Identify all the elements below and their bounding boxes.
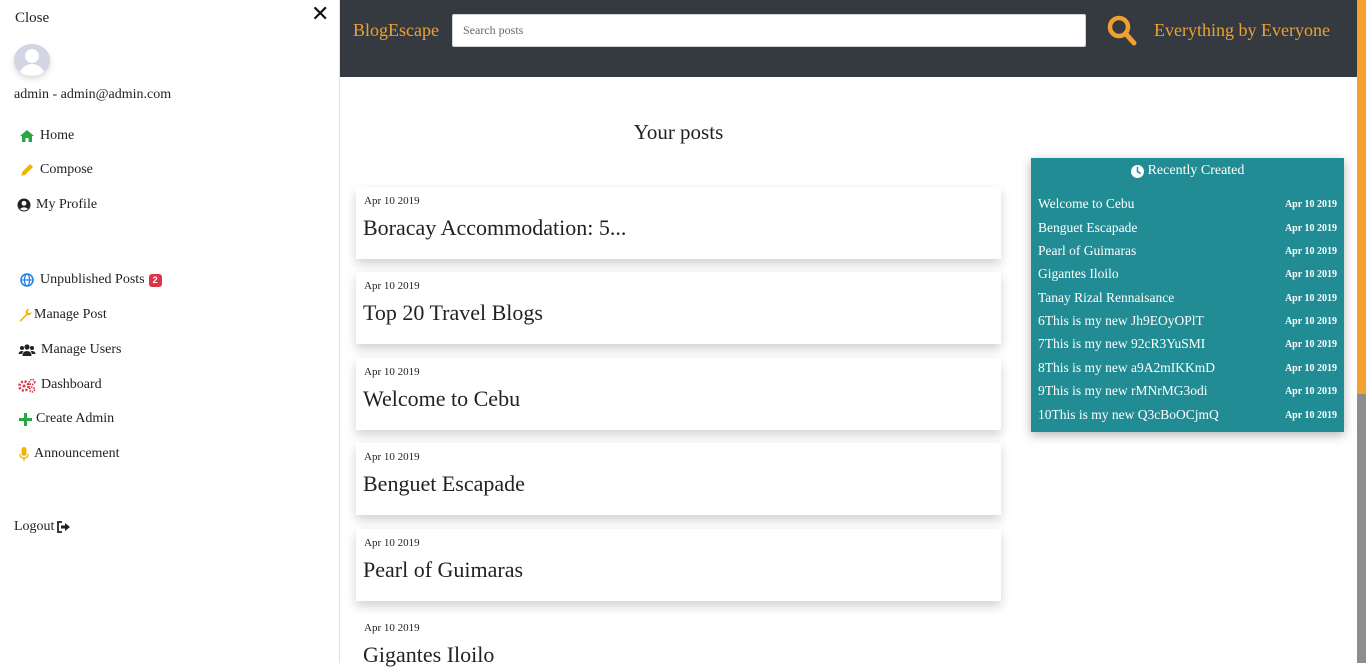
avatar: [14, 44, 50, 76]
recent-item-title[interactable]: 8This is my new a9A2mIKKmD: [1038, 360, 1215, 376]
logout-link[interactable]: Logout: [14, 519, 71, 535]
unpublished-count-badge: 2: [148, 273, 162, 287]
post-date: Apr 10 2019: [364, 622, 420, 634]
sidebar-item-announcement[interactable]: Announcement: [17, 443, 120, 465]
sidebar-item-label: Compose: [40, 162, 93, 177]
globe-icon: [17, 272, 37, 288]
sidebar-item-unpublished-posts[interactable]: Unpublished Posts 2: [17, 269, 162, 291]
recent-item-date: Apr 10 2019: [1284, 198, 1337, 210]
users-icon: [17, 342, 37, 358]
post-date: Apr 10 2019: [364, 280, 420, 292]
sidebar-item-label: Unpublished Posts: [40, 272, 145, 287]
sidebar-item-label: Create Admin: [36, 411, 115, 426]
sidebar-item-label: Announcement: [34, 446, 120, 461]
sidebar-item-compose[interactable]: Compose: [17, 159, 93, 181]
recent-item-date: Apr 10 2019: [1284, 292, 1337, 304]
top-navbar: BlogEscape Everything by Everyone: [339, 0, 1366, 77]
post-title[interactable]: Pearl of Guimaras: [363, 557, 523, 583]
sidebar-item-label: Dashboard: [41, 377, 102, 392]
microphone-icon: [17, 446, 31, 462]
post-card[interactable]: Apr 10 2019 Welcome to Cebu: [356, 358, 1001, 430]
sidebar-item-home[interactable]: Home: [17, 125, 74, 147]
post-card[interactable]: Apr 10 2019 Boracay Accommodation: 5...: [356, 187, 1001, 259]
recent-item[interactable]: Pearl of Guimaras Apr 10 2019: [1038, 241, 1337, 261]
recent-item-date: Apr 10 2019: [1284, 222, 1337, 234]
page-scrollbar-rest: [1357, 394, 1366, 663]
user-info: admin - admin@admin.com: [14, 87, 172, 102]
brand-logo[interactable]: BlogEscape: [353, 20, 439, 41]
clock-icon: [1130, 164, 1144, 178]
recent-heading-text: Recently Created: [1147, 163, 1245, 178]
post-title[interactable]: Boracay Accommodation: 5...: [363, 215, 626, 241]
recent-item-title[interactable]: 10This is my new Q3cBoOCjmQ: [1038, 407, 1219, 423]
sidebar-item-label: Manage Users: [41, 342, 122, 357]
recent-item-title[interactable]: Welcome to Cebu: [1038, 196, 1134, 212]
site-tagline: Everything by Everyone: [1154, 20, 1330, 40]
recent-item[interactable]: 8This is my new a9A2mIKKmD Apr 10 2019: [1038, 358, 1337, 378]
cogs-icon: [17, 377, 37, 393]
sidebar-item-dashboard[interactable]: Dashboard: [17, 374, 102, 396]
recent-item-title[interactable]: 7This is my new 92cR3YuSMI: [1038, 336, 1205, 352]
recent-item-title[interactable]: Pearl of Guimaras: [1038, 243, 1136, 259]
recent-item[interactable]: 10This is my new Q3cBoOCjmQ Apr 10 2019: [1038, 405, 1337, 425]
sidebar: Close ✕ admin - admin@admin.com Home Com…: [0, 0, 340, 663]
post-card[interactable]: Apr 10 2019 Gigantes Iloilo: [356, 614, 1001, 667]
wrench-icon: [17, 307, 33, 323]
sidebar-item-label: Home: [40, 128, 75, 143]
post-date: Apr 10 2019: [364, 195, 420, 207]
post-date: Apr 10 2019: [364, 366, 420, 378]
search-icon[interactable]: [1107, 15, 1137, 47]
recent-item[interactable]: Gigantes Iloilo Apr 10 2019: [1038, 264, 1337, 284]
recently-created-panel: Recently Created Welcome to Cebu Apr 10 …: [1031, 158, 1344, 432]
sidebar-item-label: My Profile: [36, 197, 98, 212]
home-icon: [17, 128, 37, 144]
recent-item-date: Apr 10 2019: [1284, 409, 1337, 421]
recent-item[interactable]: 9This is my new rMNrMG3odi Apr 10 2019: [1038, 381, 1337, 401]
plus-icon: [17, 411, 33, 427]
recent-item[interactable]: Benguet Escapade Apr 10 2019: [1038, 218, 1337, 238]
post-card[interactable]: Apr 10 2019 Top 20 Travel Blogs: [356, 272, 1001, 344]
recent-item-date: Apr 10 2019: [1284, 268, 1337, 280]
search-input[interactable]: [452, 14, 1086, 47]
sidebar-item-label: Manage Post: [34, 307, 107, 322]
recent-item[interactable]: Welcome to Cebu Apr 10 2019: [1038, 194, 1337, 214]
recent-item-title[interactable]: Benguet Escapade: [1038, 220, 1137, 236]
close-icon[interactable]: ✕: [311, 3, 329, 27]
recent-item-date: Apr 10 2019: [1284, 338, 1337, 350]
post-card[interactable]: Apr 10 2019 Benguet Escapade: [356, 443, 1001, 515]
recent-item-title[interactable]: Gigantes Iloilo: [1038, 266, 1119, 282]
post-title[interactable]: Benguet Escapade: [363, 471, 525, 497]
sign-out-icon: [57, 521, 71, 533]
close-sidebar-link[interactable]: Close: [15, 10, 49, 27]
recent-item-title[interactable]: 6This is my new Jh9EOyOPlT: [1038, 313, 1204, 329]
page-scrollbar-thumb[interactable]: [1357, 0, 1366, 394]
sidebar-item-create-admin[interactable]: Create Admin: [17, 408, 114, 430]
post-date: Apr 10 2019: [364, 451, 420, 463]
pencil-icon: [17, 162, 37, 178]
recent-item-date: Apr 10 2019: [1284, 385, 1337, 397]
sidebar-item-manage-post[interactable]: Manage Post: [17, 304, 107, 326]
logout-label: Logout: [14, 519, 55, 534]
recent-item-date: Apr 10 2019: [1284, 362, 1337, 374]
sidebar-item-my-profile[interactable]: My Profile: [15, 194, 97, 216]
sidebar-item-manage-users[interactable]: Manage Users: [17, 339, 121, 361]
recent-item-date: Apr 10 2019: [1284, 245, 1337, 257]
user-circle-icon: [15, 197, 33, 213]
page-title: Your posts: [633, 120, 724, 144]
recent-item[interactable]: 7This is my new 92cR3YuSMI Apr 10 2019: [1038, 334, 1337, 354]
post-title[interactable]: Top 20 Travel Blogs: [363, 300, 543, 326]
post-date: Apr 10 2019: [364, 537, 420, 549]
post-title[interactable]: Welcome to Cebu: [363, 386, 520, 412]
post-card[interactable]: Apr 10 2019 Pearl of Guimaras: [356, 529, 1001, 601]
recent-item[interactable]: Tanay Rizal Rennaisance Apr 10 2019: [1038, 288, 1337, 308]
recent-item-title[interactable]: Tanay Rizal Rennaisance: [1038, 290, 1174, 306]
recent-heading: Recently Created: [1031, 163, 1344, 179]
recent-item-title[interactable]: 9This is my new rMNrMG3odi: [1038, 383, 1208, 399]
post-title[interactable]: Gigantes Iloilo: [363, 642, 494, 668]
recent-item[interactable]: 6This is my new Jh9EOyOPlT Apr 10 2019: [1038, 311, 1337, 331]
recent-item-date: Apr 10 2019: [1284, 315, 1337, 327]
